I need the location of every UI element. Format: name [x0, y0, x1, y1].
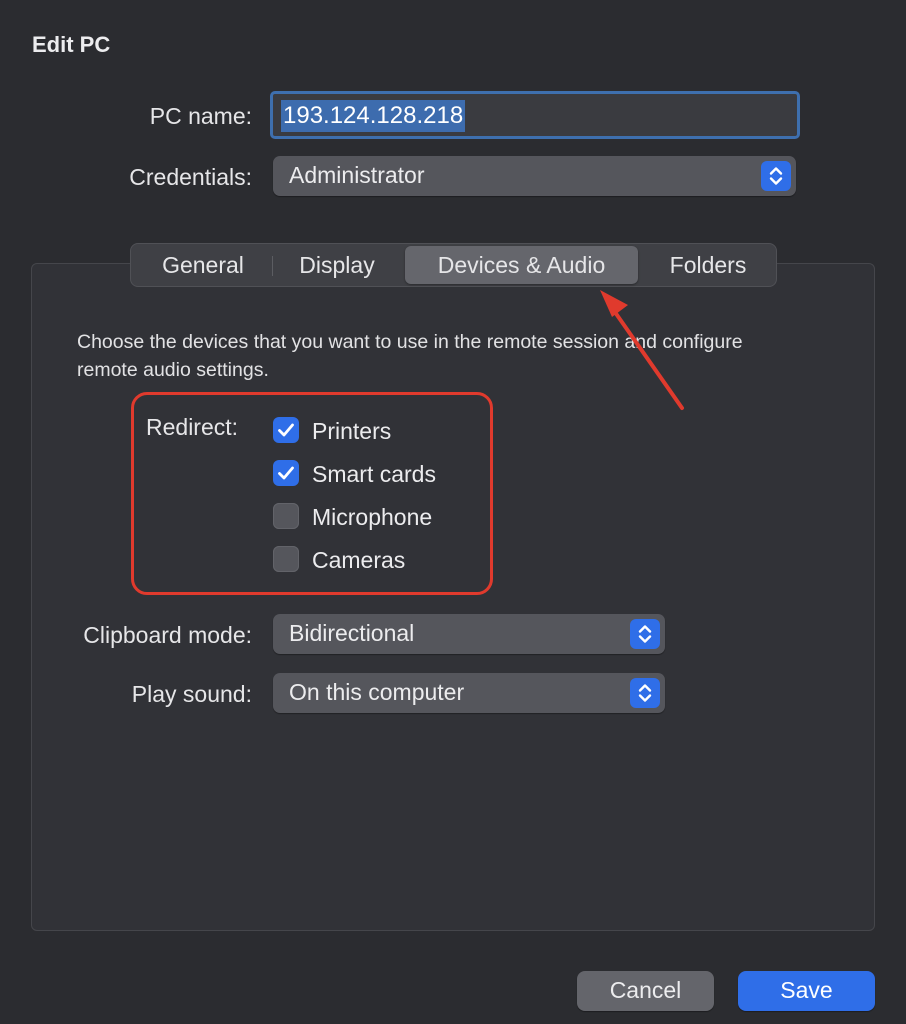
chevron-up-down-icon	[761, 161, 791, 191]
annotation-highlight-box	[131, 392, 493, 595]
window-title: Edit PC	[32, 32, 111, 57]
tab-bar: General Display Devices & Audio Folders	[130, 243, 777, 287]
chevron-up-down-icon	[630, 678, 660, 708]
cancel-button[interactable]: Cancel	[577, 971, 714, 1011]
arrow-annotation-icon	[600, 290, 684, 410]
pc-name-label: PC name:	[149, 103, 252, 129]
pc-name-value: 193.124.128.218	[281, 100, 466, 132]
clipboard-mode-value: Bidirectional	[289, 620, 415, 646]
clipboard-mode-select[interactable]: Bidirectional	[273, 614, 665, 654]
pc-name-input[interactable]: 193.124.128.218	[270, 91, 800, 139]
clipboard-mode-label: Clipboard mode:	[83, 622, 252, 648]
credentials-label: Credentials:	[129, 164, 252, 190]
save-button[interactable]: Save	[738, 971, 875, 1011]
credentials-value: Administrator	[289, 162, 425, 188]
chevron-up-down-icon	[630, 619, 660, 649]
credentials-select[interactable]: Administrator	[273, 156, 796, 196]
play-sound-label: Play sound:	[131, 681, 252, 707]
play-sound-select[interactable]: On this computer	[273, 673, 665, 713]
tab-divider	[272, 256, 273, 276]
tab-devices-audio[interactable]: Devices & Audio	[405, 246, 638, 284]
tab-folders[interactable]: Folders	[643, 244, 773, 286]
tab-general[interactable]: General	[143, 244, 263, 286]
tab-display[interactable]: Display	[278, 244, 396, 286]
play-sound-value: On this computer	[289, 679, 465, 705]
